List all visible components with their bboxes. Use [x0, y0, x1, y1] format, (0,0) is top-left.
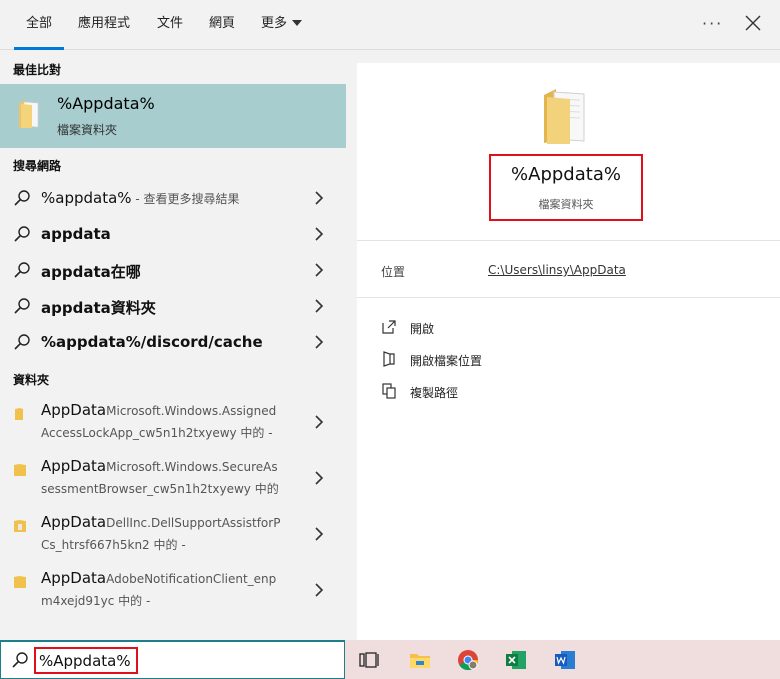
tab-apps[interactable]: 應用程式 [78, 0, 130, 50]
section-folders: 資料夾 [13, 373, 50, 387]
open-icon [382, 320, 396, 334]
divider [357, 297, 780, 298]
search-input[interactable] [39, 651, 135, 671]
chevron-right-icon[interactable] [314, 191, 324, 205]
best-match-item[interactable]: %Appdata% 檔案資料夾 [0, 84, 346, 148]
folder-path: Microsoft.Windows.SecureAs [106, 460, 278, 474]
folder-path: AdobeNotificationClient_enp [106, 572, 277, 586]
file-explorer-icon[interactable] [409, 649, 431, 671]
taskbar [345, 640, 780, 679]
web-result-text: %appdata% [41, 189, 132, 207]
folder-path: DellInc.DellSupportAssistforP [106, 516, 281, 530]
best-match-subtitle: 檔案資料夾 [57, 123, 118, 137]
section-web: 搜尋網路 [13, 159, 62, 173]
web-result-item[interactable]: appdata在哪 [0, 252, 346, 288]
search-icon [14, 190, 30, 206]
chrome-icon[interactable] [457, 649, 479, 671]
search-icon [14, 226, 30, 242]
folder-name: AppData [41, 569, 107, 587]
web-result-text: appdata資料夾 [41, 299, 156, 317]
chevron-right-icon[interactable] [314, 583, 324, 597]
web-result-item[interactable]: %appdata% - 查看更多搜尋結果 [0, 180, 346, 216]
folder-icon [19, 100, 39, 128]
location-link[interactable]: C:\Users\linsy\AppData [488, 263, 626, 277]
folder-icon [15, 408, 23, 420]
file-location-icon [383, 351, 395, 367]
action-open-label: 開啟 [410, 322, 435, 336]
action-file-location-label: 開啟檔案位置 [410, 354, 483, 368]
action-copy-path-label: 複製路徑 [410, 386, 459, 400]
ellipsis-icon[interactable]: ··· [702, 14, 723, 33]
chevron-right-icon[interactable] [314, 527, 324, 541]
web-result-item[interactable]: appdata資料夾 [0, 288, 346, 324]
web-result-item[interactable]: appdata [0, 216, 346, 252]
folder-name: AppData [41, 513, 107, 531]
copy-icon [382, 383, 396, 399]
folder-path-cont: m4xejd91yc 中的 - [41, 594, 151, 608]
divider [357, 240, 780, 241]
chevron-right-icon[interactable] [314, 227, 324, 241]
close-icon[interactable] [744, 14, 762, 32]
folder-result-item[interactable]: AppDataAdobeNotificationClient_enp m4xej… [0, 567, 346, 623]
web-result-text: %appdata%/discord/cache [41, 333, 263, 351]
folder-result-item[interactable]: AppDataDellInc.DellSupportAssistforP Cs_… [0, 511, 346, 567]
web-result-text: appdata [41, 225, 111, 243]
folder-path: Microsoft.Windows.Assigned [106, 404, 277, 418]
preview-pane: %Appdata% 檔案資料夾 位置 C:\Users\linsy\AppDat… [357, 63, 780, 640]
search-icon [12, 652, 28, 668]
web-result-item[interactable]: %appdata%/discord/cache [0, 324, 346, 360]
preview-title: %Appdata% [511, 164, 621, 185]
chevron-right-icon[interactable] [314, 415, 324, 429]
tab-all[interactable]: 全部 [14, 0, 65, 50]
tab-more-label: 更多 [261, 16, 288, 31]
location-label: 位置 [381, 265, 406, 279]
folder-name: AppData [41, 401, 107, 419]
preview-title-highlight: %Appdata% 檔案資料夾 [489, 154, 643, 221]
folder-icon [14, 576, 26, 588]
folder-path-cont: AccessLockApp_cw5n1h2txyewy 中的 - [41, 426, 273, 440]
best-match-title: %Appdata% [57, 94, 155, 113]
preview-subtitle: 檔案資料夾 [538, 198, 594, 211]
chevron-right-icon[interactable] [314, 335, 324, 349]
tab-documents[interactable]: 文件 [157, 0, 183, 50]
chevron-right-icon[interactable] [314, 263, 324, 277]
search-input-highlight [34, 647, 138, 674]
folder-result-item[interactable]: AppDataMicrosoft.Windows.SecureAs sessme… [0, 455, 346, 511]
folder-result-item[interactable]: AppDataMicrosoft.Windows.Assigned Access… [0, 399, 346, 455]
task-view-icon[interactable] [358, 649, 380, 671]
section-best-match: 最佳比對 [13, 63, 62, 77]
search-icon [14, 334, 30, 350]
tab-more[interactable]: 更多 [261, 0, 303, 50]
tab-web[interactable]: 網頁 [209, 0, 235, 50]
folder-path-cont: sessmentBrowser_cw5n1h2txyewy 中的 [41, 482, 279, 496]
chevron-right-icon[interactable] [314, 299, 324, 313]
search-icon [14, 262, 30, 278]
search-icon [14, 298, 30, 314]
folder-icon [14, 464, 26, 476]
search-tabs-bar: 全部 應用程式 文件 網頁 更多 ··· [0, 0, 780, 50]
folder-icon [14, 520, 26, 532]
results-pane: 最佳比對 %Appdata% 檔案資料夾 搜尋網路 %appdata% - 查看… [0, 51, 346, 639]
folder-icon [544, 89, 585, 144]
word-icon[interactable] [554, 649, 576, 671]
web-result-text: appdata在哪 [41, 263, 141, 281]
web-result-hint: - 查看更多搜尋結果 [131, 192, 240, 206]
search-box[interactable] [0, 640, 345, 679]
chevron-right-icon[interactable] [314, 471, 324, 485]
chevron-down-icon [292, 19, 303, 26]
folder-path-cont: Cs_htrsf667h5kn2 中的 - [41, 538, 186, 552]
excel-icon[interactable] [505, 649, 527, 671]
folder-name: AppData [41, 457, 107, 475]
